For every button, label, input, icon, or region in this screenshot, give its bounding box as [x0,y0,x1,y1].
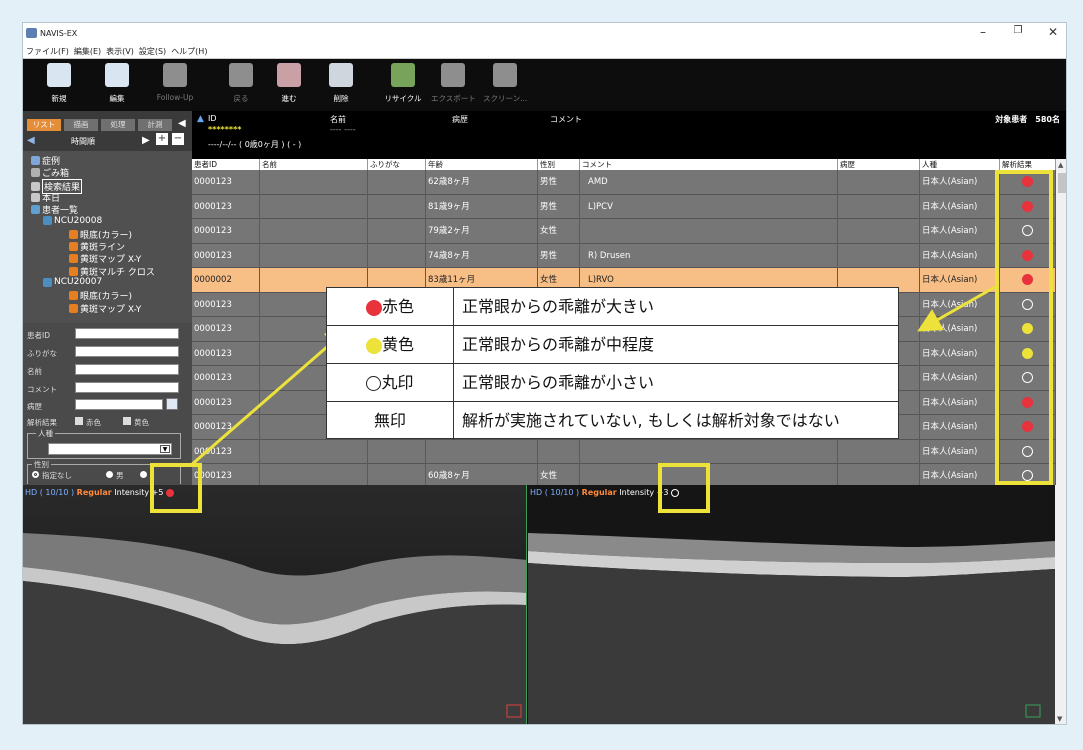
legend-row: 赤色 正常眼からの乖離が大きい [327,288,898,326]
legend-description: 正常眼からの乖離が小さい [462,373,655,392]
legend-key: 黄色 [327,326,454,364]
legend-key-label: 黄色 [381,335,414,354]
yellow-dot-icon [365,337,382,354]
legend-row: 無印 解析が実施されていない, もしくは解析対象ではない [327,402,898,440]
legend-key-label: 赤色 [381,297,414,316]
legend-row: 黄色 正常眼からの乖離が中程度 [327,326,898,364]
legend-key-label: 無印 [373,411,406,430]
red-dot-icon [365,299,382,316]
legend-key: 赤色 [327,288,454,326]
legend-key: 丸印 [327,364,454,402]
legend-description: 正常眼からの乖離が中程度 [462,335,655,354]
legend-description: 正常眼からの乖離が大きい [462,297,655,316]
legend-table: 赤色 正常眼からの乖離が大きい黄色 正常眼からの乖離が中程度丸印 正常眼からの乖離が小… [326,287,899,440]
circle-icon [366,376,382,391]
legend-row: 丸印 正常眼からの乖離が小さい [327,364,898,402]
legend-key-label: 丸印 [381,373,414,392]
legend-key: 無印 [327,402,454,440]
legend-description: 解析が実施されていない, もしくは解析対象ではない [462,411,840,430]
